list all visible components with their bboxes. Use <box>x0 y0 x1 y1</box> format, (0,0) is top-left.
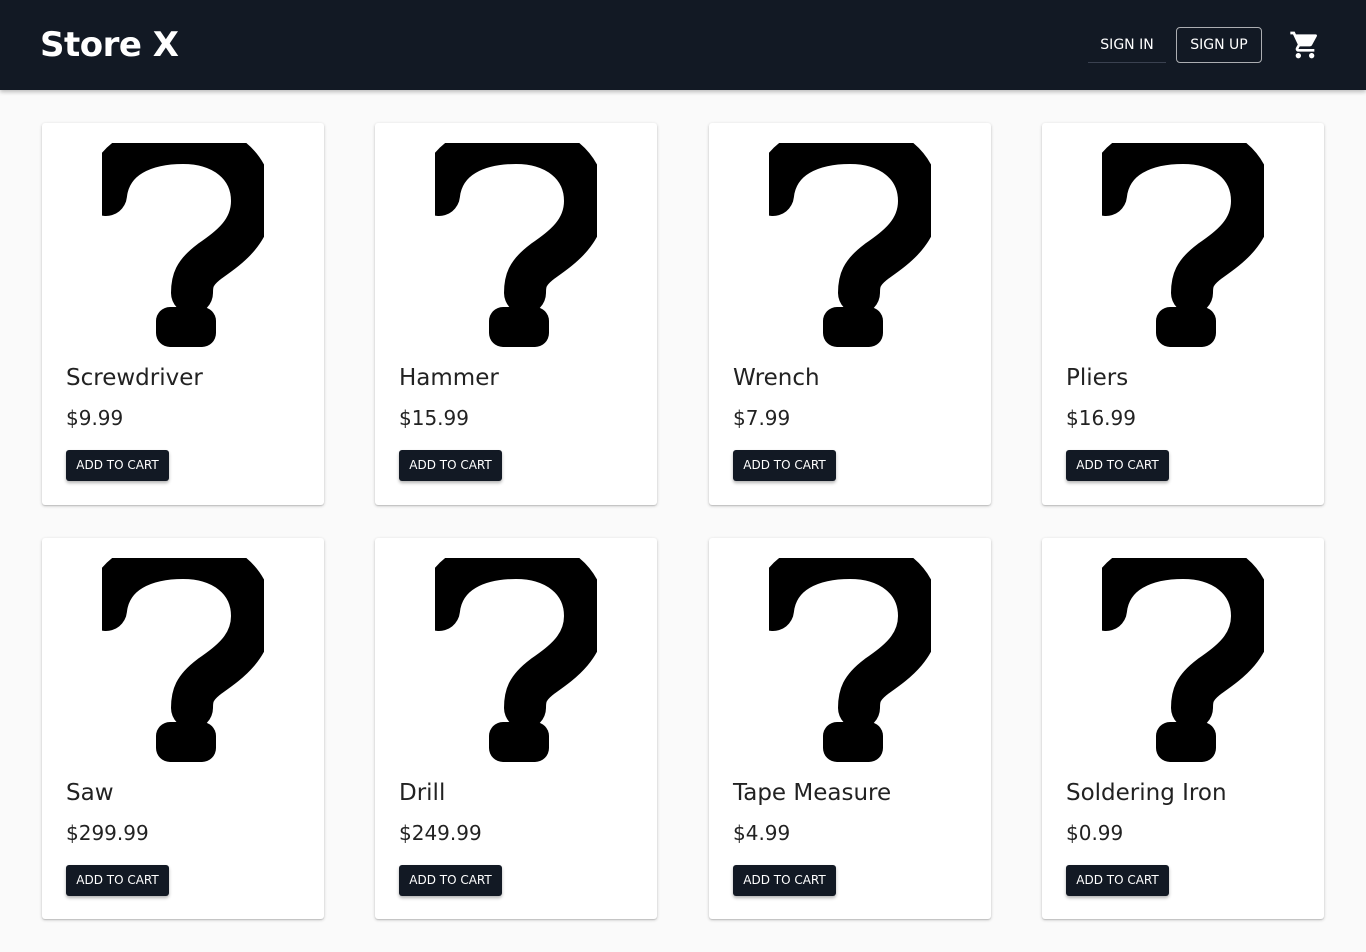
product-card: Soldering Iron $0.99 ADD TO CART <box>1042 538 1324 919</box>
product-card: Drill $249.99 ADD TO CART <box>375 538 657 919</box>
product-name: Tape Measure <box>733 780 892 806</box>
question-mark-icon <box>769 558 931 764</box>
sign-in-button[interactable]: SIGN IN <box>1088 27 1166 63</box>
product-card: Saw $299.99 ADD TO CART <box>42 538 324 919</box>
product-name: Pliers <box>1066 365 1129 391</box>
shopping-cart-icon <box>1290 31 1318 59</box>
product-price: $249.99 <box>399 821 482 845</box>
cart-button[interactable] <box>1288 29 1322 61</box>
product-card: Tape Measure $4.99 ADD TO CART <box>709 538 991 919</box>
question-mark-icon <box>435 143 597 349</box>
question-mark-icon <box>102 558 264 764</box>
question-mark-icon <box>435 558 597 764</box>
product-card: Wrench $7.99 ADD TO CART <box>709 123 991 505</box>
add-to-cart-button[interactable]: ADD TO CART <box>66 450 169 481</box>
product-name: Wrench <box>733 365 820 391</box>
add-to-cart-button[interactable]: ADD TO CART <box>733 865 836 896</box>
product-card: Hammer $15.99 ADD TO CART <box>375 123 657 505</box>
question-mark-icon <box>769 143 931 349</box>
add-to-cart-button[interactable]: ADD TO CART <box>66 865 169 896</box>
product-name: Soldering Iron <box>1066 780 1227 806</box>
product-price: $15.99 <box>399 406 469 430</box>
question-mark-icon <box>1102 143 1264 349</box>
product-name: Drill <box>399 780 446 806</box>
product-name: Saw <box>66 780 114 806</box>
product-price: $299.99 <box>66 821 149 845</box>
add-to-cart-button[interactable]: ADD TO CART <box>733 450 836 481</box>
product-card: Pliers $16.99 ADD TO CART <box>1042 123 1324 505</box>
store-logo[interactable]: Store X <box>40 24 179 66</box>
product-price: $16.99 <box>1066 406 1136 430</box>
question-mark-icon <box>102 143 264 349</box>
product-name: Hammer <box>399 365 499 391</box>
add-to-cart-button[interactable]: ADD TO CART <box>399 865 502 896</box>
product-price: $7.99 <box>733 406 791 430</box>
sign-up-button[interactable]: SIGN UP <box>1176 27 1262 63</box>
product-name: Screwdriver <box>66 365 203 391</box>
product-price: $0.99 <box>1066 821 1124 845</box>
add-to-cart-button[interactable]: ADD TO CART <box>1066 450 1169 481</box>
add-to-cart-button[interactable]: ADD TO CART <box>399 450 502 481</box>
app-header: Store X SIGN IN SIGN UP <box>0 0 1366 90</box>
question-mark-icon <box>1102 558 1264 764</box>
product-price: $4.99 <box>733 821 791 845</box>
add-to-cart-button[interactable]: ADD TO CART <box>1066 865 1169 896</box>
product-price: $9.99 <box>66 406 124 430</box>
product-card: Screwdriver $9.99 ADD TO CART <box>42 123 324 505</box>
